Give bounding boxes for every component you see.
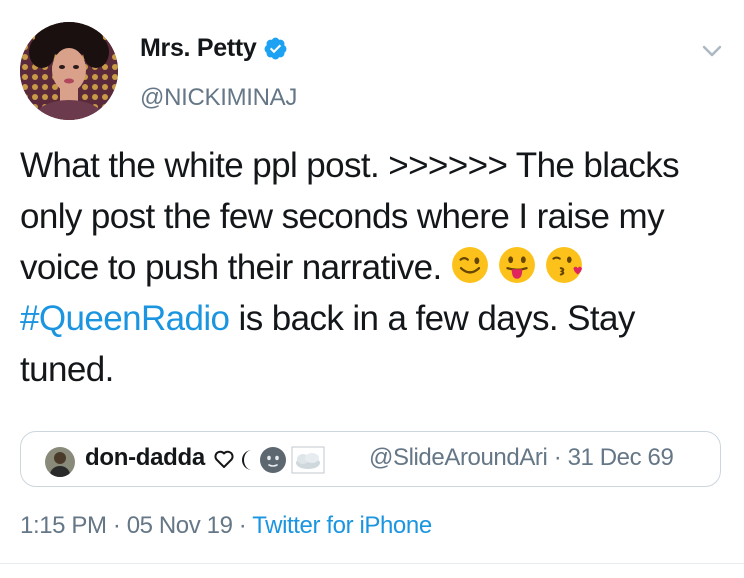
hashtag-link[interactable]: #QueenRadio [20, 299, 230, 338]
quoted-tweet[interactable]: don-dadda @SlideAroundAri · 31 Dec 69 [20, 431, 721, 487]
author-avatar[interactable] [20, 22, 118, 120]
verified-badge-icon [265, 37, 287, 60]
cloud-icon [291, 446, 325, 474]
quoted-tweet-handle-date: @SlideAroundAri · 31 Dec 69 [369, 444, 674, 471]
quoted-tweet-avatar [45, 447, 75, 477]
tweet-source-link[interactable]: Twitter for iPhone [252, 512, 432, 539]
tweet-metadata: 1:15 PM · 05 Nov 19 · Twitter for iPhone [20, 512, 432, 540]
face-with-tongue-emoji-icon [498, 247, 535, 283]
winking-face-emoji-icon [451, 247, 488, 283]
quoted-tweet-display-name: don-dadda [85, 444, 205, 471]
crescent-moon-icon [242, 450, 252, 470]
face-blowing-kiss-emoji-icon [546, 247, 582, 283]
tweet-timestamp[interactable]: 1:15 PM · 05 Nov 19 · [20, 512, 252, 539]
divider [0, 563, 744, 564]
avatar-image [20, 22, 118, 120]
tweet-text: What the white ppl post. >>>>>> The blac… [20, 140, 735, 395]
author-handle[interactable]: @NICKIMINAJ [140, 84, 297, 112]
new-moon-face-icon [260, 447, 286, 473]
chevron-down-icon[interactable] [697, 36, 727, 66]
author-name-row[interactable]: Mrs. Petty [140, 34, 288, 63]
white-heart-icon [214, 450, 234, 468]
author-display-name[interactable]: Mrs. Petty [140, 34, 257, 63]
